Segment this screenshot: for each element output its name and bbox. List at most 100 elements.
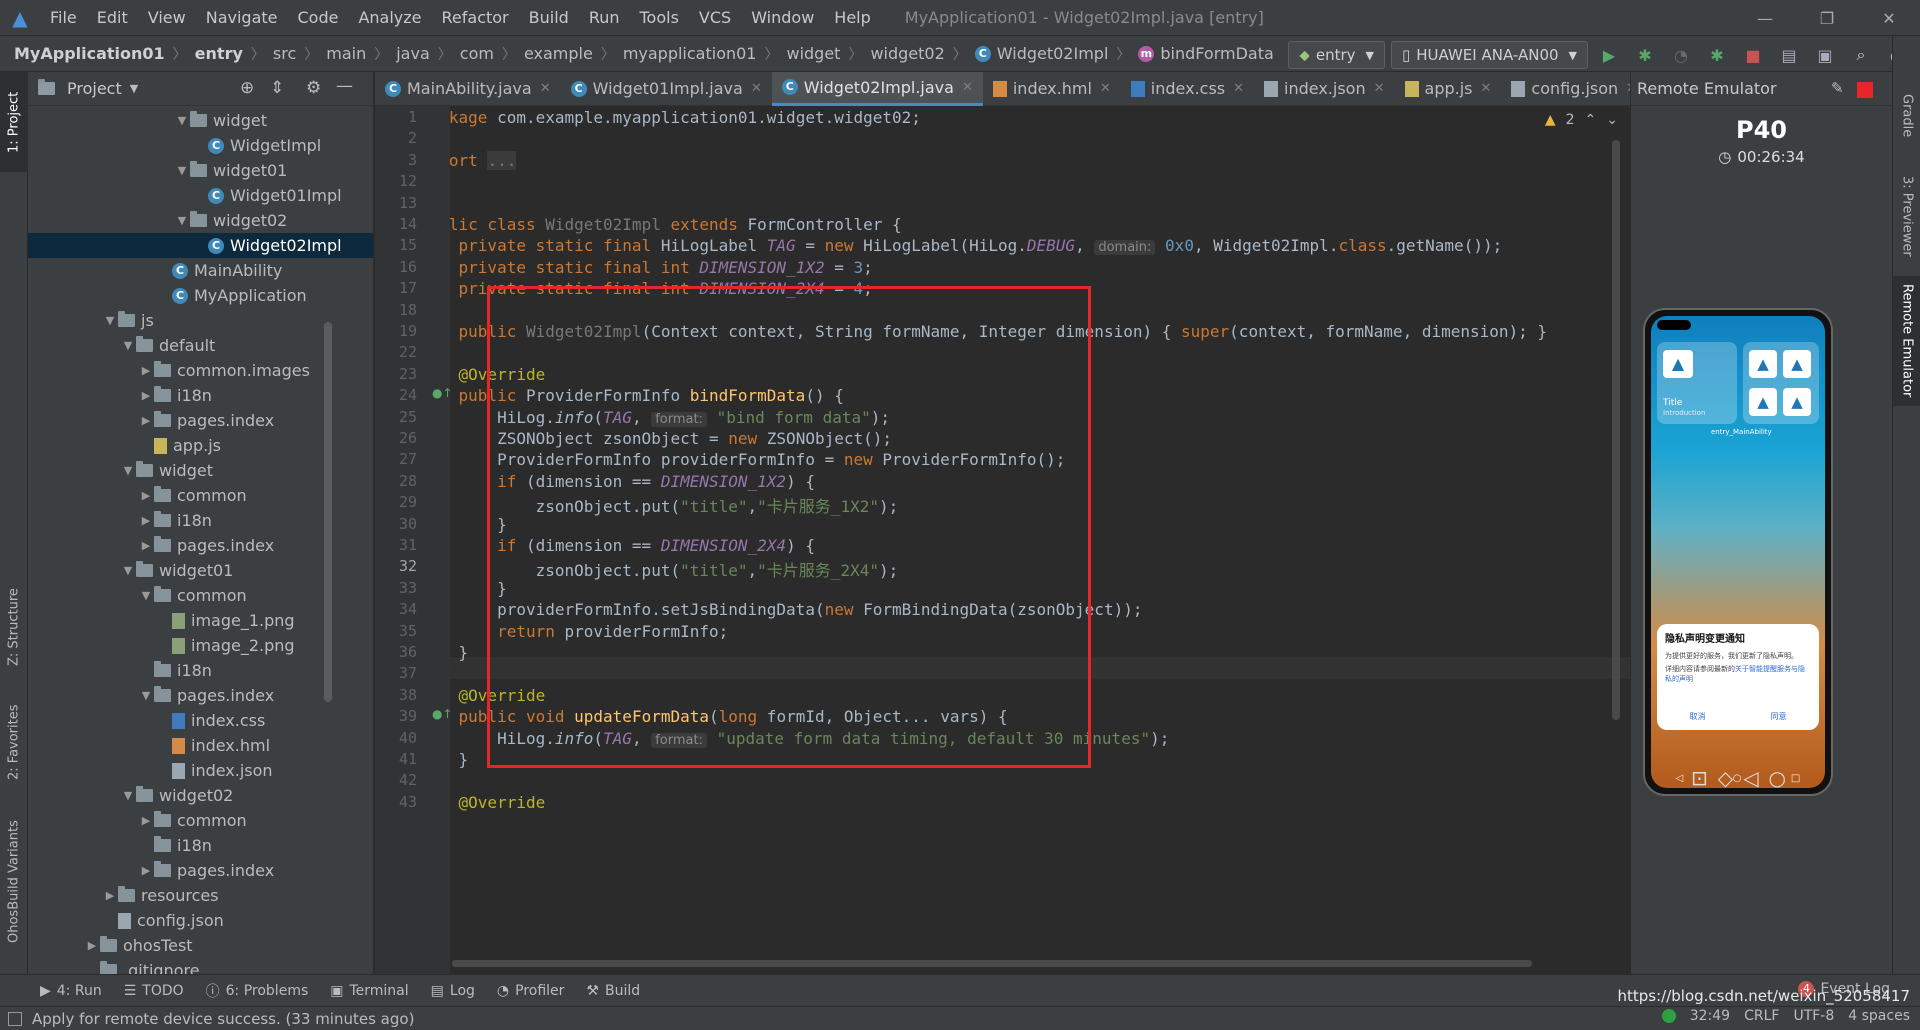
chevron-down-icon[interactable]: ▼ xyxy=(130,82,138,95)
recent-icon[interactable]: □ xyxy=(1791,773,1800,784)
tree-item[interactable]: ▶ pages.index xyxy=(28,858,373,883)
tree-item[interactable]: ▶ i18n xyxy=(28,383,373,408)
file-encoding[interactable]: UTF-8 xyxy=(1793,1008,1834,1024)
tree-item[interactable]: ▶ i18n xyxy=(28,508,373,533)
tree-item[interactable]: C Widget01Impl xyxy=(28,183,373,208)
tree-item[interactable]: index.json xyxy=(28,758,373,783)
tab-index-hml[interactable]: index.hml ✕ xyxy=(983,72,1121,106)
collapse-all-icon[interactable]: ⇕ xyxy=(270,78,284,98)
tree-item[interactable]: index.css xyxy=(28,708,373,733)
tab-widget01impl-java[interactable]: C Widget01Impl.java ✕ xyxy=(561,72,772,106)
phone-screen[interactable]: ▲ Title Introduction ▲ ▲ ▲ ▲ entry_MainA… xyxy=(1651,316,1825,788)
back-icon[interactable]: ◁ xyxy=(1676,773,1684,784)
chevron-down-icon[interactable]: ▼ xyxy=(138,689,154,702)
project-panel-title[interactable]: Project xyxy=(67,79,122,98)
line-separator[interactable]: CRLF xyxy=(1744,1008,1779,1024)
close-icon[interactable]: ✕ xyxy=(1858,0,1920,36)
run-icon[interactable]: ▶ xyxy=(1594,40,1624,70)
tree-item[interactable]: app.js xyxy=(28,433,373,458)
restore-icon[interactable]: ❐ xyxy=(1796,0,1858,36)
inspection-widget[interactable]: ▲ 2 ⌃ ⌄ xyxy=(1545,112,1618,128)
gear-icon[interactable]: ⚙ xyxy=(306,78,321,98)
tree-item[interactable]: ▼ default xyxy=(28,333,373,358)
chevron-down-icon[interactable]: ▼ xyxy=(174,114,190,127)
close-tab-icon[interactable]: ✕ xyxy=(962,80,973,95)
tree-item[interactable]: ▶ common xyxy=(28,483,373,508)
menu-item-help[interactable]: Help xyxy=(824,0,880,36)
chevron-right-icon[interactable]: ▶ xyxy=(84,939,100,952)
stop-icon[interactable]: ■ xyxy=(1738,40,1768,70)
tree-item[interactable]: ▼ widget02 xyxy=(28,783,373,808)
chevron-right-icon[interactable]: ▶ xyxy=(102,889,118,902)
tab-structure-tool[interactable]: Z: Structure xyxy=(0,572,28,682)
tree-item[interactable]: image_1.png xyxy=(28,608,373,633)
phone-frame[interactable]: ▲ Title Introduction ▲ ▲ ▲ ▲ entry_MainA… xyxy=(1643,308,1833,796)
bottom-tab-6-problems[interactable]: ⓘ 6: Problems xyxy=(206,981,309,1001)
chevron-down-icon[interactable]: ▼ xyxy=(138,589,154,602)
chevron-right-icon[interactable]: ▶ xyxy=(138,514,154,527)
chevron-right-icon[interactable]: ▶ xyxy=(138,364,154,377)
profile-icon[interactable]: ◔ xyxy=(1666,40,1696,70)
tree-item[interactable]: C Widget02Impl xyxy=(28,233,373,258)
back-icon[interactable]: ◁ xyxy=(1743,766,1758,790)
tree-item[interactable]: ▼ common xyxy=(28,583,373,608)
chevron-down-icon[interactable]: ▼ xyxy=(102,314,118,327)
chevron-down-icon[interactable]: ▼ xyxy=(120,464,136,477)
chevron-right-icon[interactable]: ▶ xyxy=(138,864,154,877)
tree-item[interactable]: ▼ widget xyxy=(28,108,373,133)
tab-previewer-tool[interactable]: 3: Previewer xyxy=(1893,166,1920,266)
attach-debugger-icon[interactable]: ✱ xyxy=(1702,40,1732,70)
code-line[interactable]: public class Widget02Impl extends FormCo… xyxy=(450,215,902,234)
cursor-position[interactable]: 32:49 xyxy=(1690,1008,1730,1024)
dialog-cancel-button[interactable]: 取消 xyxy=(1690,711,1706,722)
code-line[interactable]: private static final HiLogLabel TAG = ne… xyxy=(450,236,1502,256)
toggle-tool-windows-icon[interactable] xyxy=(8,1011,22,1026)
bottom-tab-profiler[interactable]: ◔ Profiler xyxy=(497,983,565,999)
breadcrumb-item[interactable]: example xyxy=(524,44,593,63)
tree-item[interactable]: image_2.png xyxy=(28,633,373,658)
menu-item-edit[interactable]: Edit xyxy=(87,0,138,36)
project-structure-icon[interactable]: ▤ xyxy=(1774,40,1804,70)
close-tab-icon[interactable]: ✕ xyxy=(540,81,551,96)
code-line[interactable]: } xyxy=(450,750,469,769)
tree-item[interactable]: index.hml xyxy=(28,733,373,758)
rotate-icon[interactable]: ◇ xyxy=(1718,766,1733,790)
breadcrumb-item[interactable]: com xyxy=(460,44,494,63)
breadcrumb-item[interactable]: entry xyxy=(195,44,243,63)
device-select[interactable]: ▯ HUAWEI ANA-AN00 ▼ xyxy=(1391,41,1588,69)
tab-project-tool[interactable]: 1: Project xyxy=(0,72,28,172)
menu-item-refactor[interactable]: Refactor xyxy=(432,0,519,36)
chevron-down-icon[interactable]: ▼ xyxy=(120,564,136,577)
menu-item-tools[interactable]: Tools xyxy=(630,0,689,36)
editor-vertical-scrollbar[interactable] xyxy=(1612,140,1620,720)
bottom-tab-4-run[interactable]: ▶ 4: Run xyxy=(40,983,102,999)
hide-panel-icon[interactable]: — xyxy=(336,76,353,96)
module-select[interactable]: ⬥ entry ▼ xyxy=(1288,41,1385,69)
tree-item[interactable]: ▼ js xyxy=(28,308,373,333)
bottom-tab-log[interactable]: ▤ Log xyxy=(431,983,475,999)
tree-item[interactable]: ▼ widget01 xyxy=(28,558,373,583)
tab-app-js[interactable]: app.js ✕ xyxy=(1395,72,1502,106)
bottom-tab-build[interactable]: ⚒ Build xyxy=(586,983,640,999)
tree-item[interactable]: ▼ pages.index xyxy=(28,683,373,708)
tab-favorites-tool[interactable]: 2: Favorites xyxy=(0,692,28,792)
tab-index-json[interactable]: index.json ✕ xyxy=(1254,72,1394,106)
tree-item[interactable]: C MainAbility xyxy=(28,258,373,283)
tab-index-css[interactable]: index.css ✕ xyxy=(1121,72,1254,106)
tab-gradle-tool[interactable]: Gradle xyxy=(1893,76,1920,156)
menu-item-run[interactable]: Run xyxy=(579,0,630,36)
bottom-tab-terminal[interactable]: ▣ Terminal xyxy=(330,983,408,999)
chevron-down-icon[interactable]: ▼ xyxy=(120,339,136,352)
menu-item-file[interactable]: File xyxy=(40,0,87,36)
tree-item[interactable]: config.json xyxy=(28,908,373,933)
stop-emulator-icon[interactable] xyxy=(1857,82,1873,98)
debug-icon[interactable]: ✱ xyxy=(1630,40,1660,70)
close-tab-icon[interactable]: ✕ xyxy=(1233,81,1244,96)
code-line[interactable]: package com.example.myapplication01.widg… xyxy=(450,108,921,127)
tree-item[interactable]: .gitignore xyxy=(28,958,373,974)
tree-item[interactable]: ▶ resources xyxy=(28,883,373,908)
code-line[interactable]: @Override xyxy=(450,793,546,812)
breadcrumb-item[interactable]: java xyxy=(396,44,430,63)
close-tab-icon[interactable]: ✕ xyxy=(1100,81,1111,96)
next-highlight-icon[interactable]: ⌄ xyxy=(1606,112,1618,128)
